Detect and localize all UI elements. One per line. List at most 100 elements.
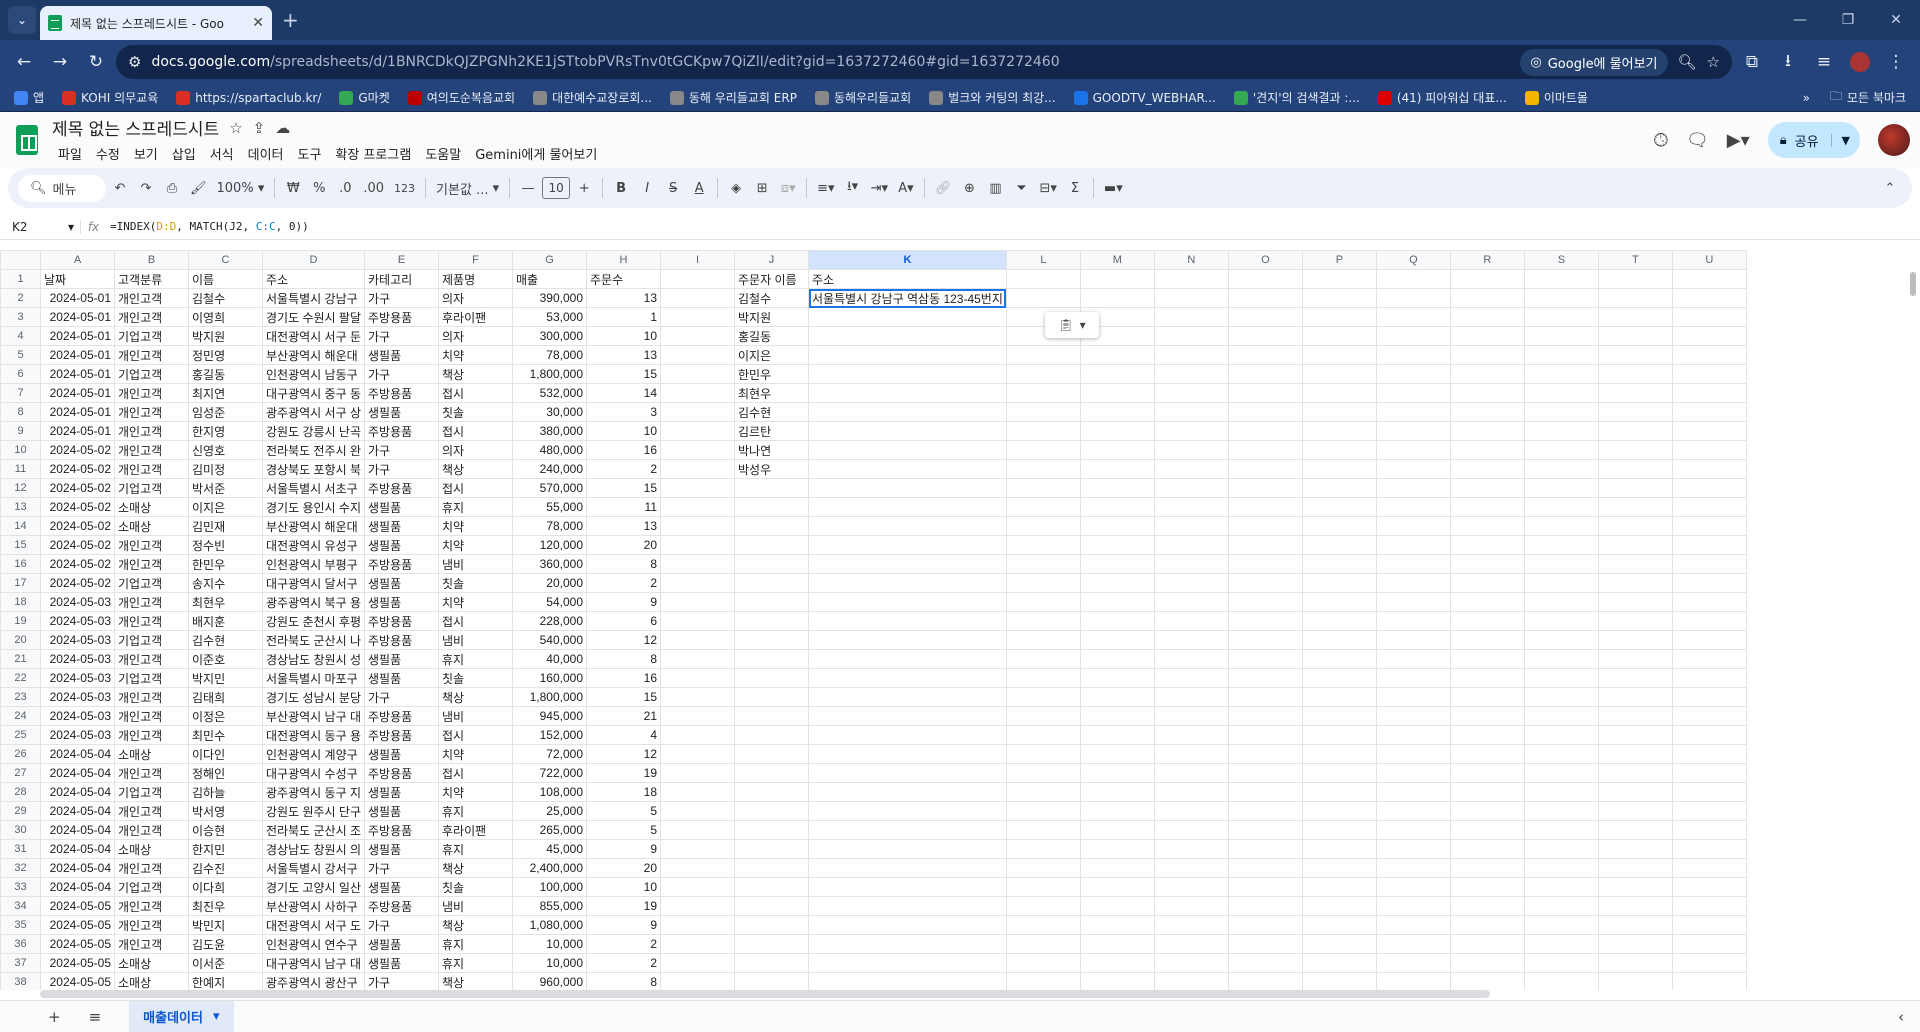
- cell[interactable]: 945,000: [512, 706, 587, 726]
- cell[interactable]: [1671, 934, 1747, 954]
- column-header[interactable]: O: [1227, 250, 1303, 270]
- cell[interactable]: 접시: [438, 383, 513, 403]
- cell[interactable]: 가구: [364, 687, 439, 707]
- cell[interactable]: [1597, 687, 1673, 707]
- spreadsheet-grid[interactable]: A B C D E F G H I J K L M N O P Q R S T U 1 날짜 고객분류 이름 주소 카테고리 제품명 매…: [0, 250, 1920, 990]
- cell[interactable]: 2024-05-02: [40, 573, 115, 593]
- bookmark-item[interactable]: 이마트몰: [1519, 86, 1594, 110]
- cell[interactable]: [660, 326, 735, 346]
- account-avatar[interactable]: [1878, 124, 1910, 156]
- cell[interactable]: [1227, 326, 1303, 346]
- cell[interactable]: 2024-05-04: [40, 763, 115, 783]
- cell[interactable]: 생필품: [364, 592, 439, 612]
- cell[interactable]: [1449, 307, 1525, 327]
- cell[interactable]: [1153, 421, 1229, 441]
- cell[interactable]: [1671, 421, 1747, 441]
- cell[interactable]: 책상: [438, 364, 513, 384]
- cell[interactable]: 390,000: [512, 288, 587, 308]
- cell[interactable]: [1227, 402, 1303, 422]
- cell[interactable]: [660, 478, 735, 498]
- row-header[interactable]: 34: [0, 896, 41, 916]
- cell[interactable]: [1079, 896, 1155, 916]
- cell[interactable]: [660, 972, 735, 990]
- cell[interactable]: [1449, 782, 1525, 802]
- cell[interactable]: 2024-05-01: [40, 383, 115, 403]
- cell[interactable]: 개인고객: [114, 611, 189, 631]
- cell[interactable]: [734, 820, 809, 840]
- cell[interactable]: 생필품: [364, 573, 439, 593]
- cell[interactable]: 2024-05-02: [40, 516, 115, 536]
- cell[interactable]: 12: [586, 744, 661, 764]
- cell[interactable]: [808, 421, 1007, 441]
- row-header[interactable]: 20: [0, 630, 41, 650]
- row-header[interactable]: 15: [0, 535, 41, 555]
- cell[interactable]: 이정은: [188, 706, 263, 726]
- row-header[interactable]: 36: [0, 934, 41, 954]
- cell[interactable]: [1301, 535, 1377, 555]
- cell[interactable]: [1523, 516, 1599, 536]
- cell[interactable]: 기업고객: [114, 668, 189, 688]
- cell[interactable]: 정수빈: [188, 535, 263, 555]
- ask-google-button[interactable]: ◎ Google에 물어보기: [1520, 48, 1668, 76]
- cell[interactable]: [1079, 934, 1155, 954]
- cell[interactable]: 최지연: [188, 383, 263, 403]
- cell[interactable]: [1005, 877, 1081, 897]
- cell[interactable]: 개인고객: [114, 440, 189, 460]
- forward-icon[interactable]: →: [44, 46, 76, 78]
- cell[interactable]: 40,000: [512, 649, 587, 669]
- cell[interactable]: [1079, 744, 1155, 764]
- cell[interactable]: [1005, 535, 1081, 555]
- cell[interactable]: 개인고객: [114, 554, 189, 574]
- cell[interactable]: [1523, 934, 1599, 954]
- cell[interactable]: 경기도 용인시 수지: [262, 497, 365, 517]
- cell[interactable]: 개인고객: [114, 687, 189, 707]
- cell[interactable]: [808, 497, 1007, 517]
- menu-item[interactable]: 파일: [52, 142, 88, 165]
- cell[interactable]: 개인고객: [114, 402, 189, 422]
- cell[interactable]: [1005, 858, 1081, 878]
- cell[interactable]: [1227, 345, 1303, 365]
- cell[interactable]: 2024-05-04: [40, 858, 115, 878]
- cell[interactable]: 칫솔: [438, 668, 513, 688]
- cell[interactable]: 주문수: [586, 269, 661, 289]
- cell[interactable]: [1449, 744, 1525, 764]
- cell[interactable]: [1005, 744, 1081, 764]
- cell[interactable]: [1153, 649, 1229, 669]
- cell[interactable]: [1301, 592, 1377, 612]
- row-header[interactable]: 18: [0, 592, 41, 612]
- cell[interactable]: [1597, 858, 1673, 878]
- cell[interactable]: [660, 459, 735, 479]
- cell[interactable]: [1523, 896, 1599, 916]
- cell[interactable]: 경상남도 창원시 성: [262, 649, 365, 669]
- cell[interactable]: [808, 440, 1007, 460]
- cell[interactable]: 접시: [438, 421, 513, 441]
- cell[interactable]: 2: [586, 573, 661, 593]
- cell[interactable]: [1671, 820, 1747, 840]
- undo-icon[interactable]: ↶: [108, 174, 132, 202]
- cell[interactable]: 2024-05-02: [40, 497, 115, 517]
- cell[interactable]: [1375, 326, 1451, 346]
- cell[interactable]: [1671, 459, 1747, 479]
- cell[interactable]: [1227, 915, 1303, 935]
- cell[interactable]: [1079, 630, 1155, 650]
- cell[interactable]: [1301, 497, 1377, 517]
- cell[interactable]: [1375, 364, 1451, 384]
- cell[interactable]: [1301, 326, 1377, 346]
- cell[interactable]: [1153, 573, 1229, 593]
- cell[interactable]: 722,000: [512, 763, 587, 783]
- cell[interactable]: [1375, 573, 1451, 593]
- cell[interactable]: [1523, 383, 1599, 403]
- cell[interactable]: 20: [586, 858, 661, 878]
- cell[interactable]: [1301, 269, 1377, 289]
- cell[interactable]: 360,000: [512, 554, 587, 574]
- cell[interactable]: 생필품: [364, 668, 439, 688]
- cell[interactable]: [1227, 801, 1303, 821]
- cell[interactable]: [808, 744, 1007, 764]
- cell[interactable]: [808, 801, 1007, 821]
- cell[interactable]: [734, 839, 809, 859]
- cell[interactable]: [1449, 554, 1525, 574]
- cell[interactable]: 주방용품: [364, 611, 439, 631]
- cell[interactable]: [1597, 725, 1673, 745]
- cell[interactable]: [1301, 782, 1377, 802]
- cell[interactable]: 9: [586, 915, 661, 935]
